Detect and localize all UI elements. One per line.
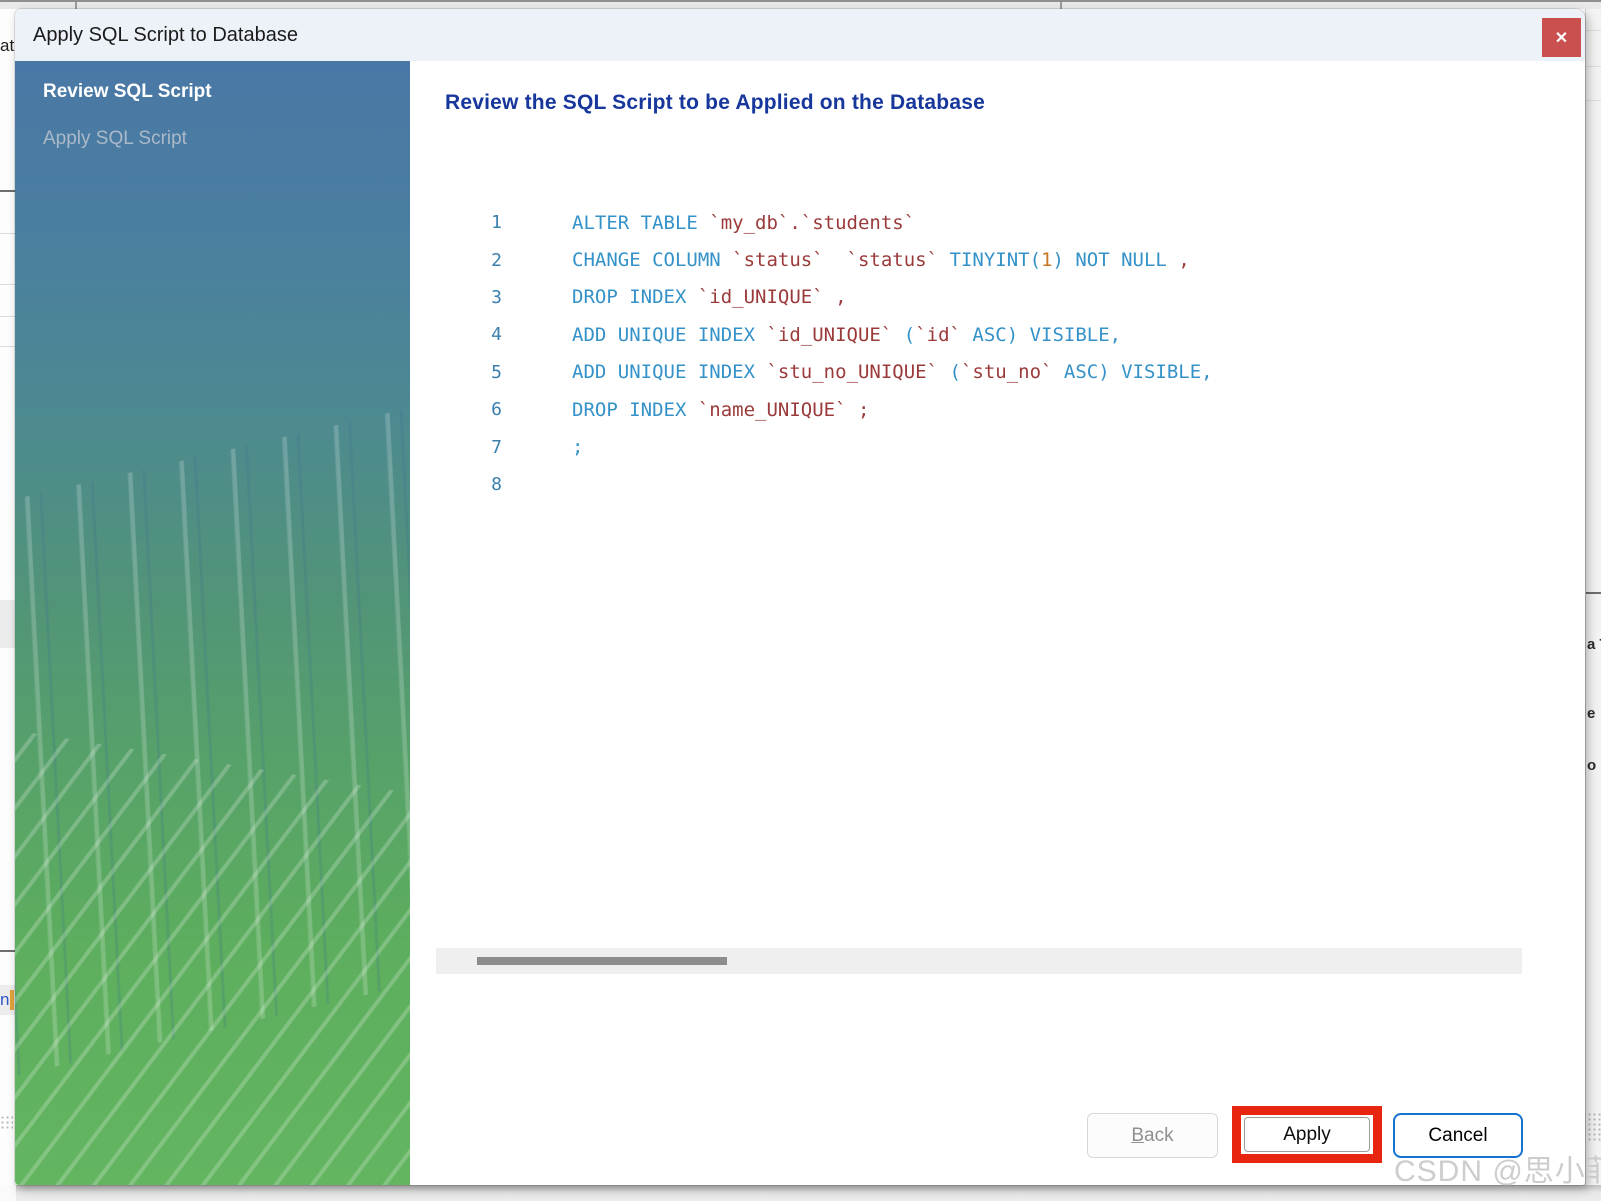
apply-sql-script-dialog: Apply SQL Script to Database ✕ Review SQ… — [15, 9, 1585, 1185]
line-number: 4 — [491, 324, 502, 346]
code-line: 3 DROP INDEX `id_UNIQUE` , — [410, 279, 1575, 316]
wizard-step-apply-sql-script: Apply SQL Script — [15, 128, 410, 150]
background-corner — [0, 1185, 16, 1201]
background-grid-line — [0, 346, 16, 347]
back-button[interactable]: Back — [1087, 1113, 1218, 1158]
line-number: 5 — [491, 361, 502, 383]
code-text: CHANGE COLUMN `status` `status` TINYINT(… — [572, 249, 1190, 272]
background-grid-line — [0, 233, 16, 234]
background-window-left-sliver: at n — [0, 9, 16, 1185]
background-grid-line — [0, 950, 16, 952]
background-grid-line — [1586, 100, 1601, 101]
background-dots — [0, 1115, 13, 1131]
background-grid-line — [0, 284, 16, 285]
dialog-title: Apply SQL Script to Database — [33, 23, 298, 46]
line-number: 3 — [491, 286, 502, 308]
background-text-fragment: n — [0, 990, 10, 1009]
line-number: 2 — [491, 249, 502, 271]
code-line: 5 ADD UNIQUE INDEX `stu_no_UNIQUE` (`stu_… — [410, 354, 1575, 391]
background-text-fragment: e — [1587, 705, 1596, 722]
code-text: ; — [572, 436, 584, 459]
background-grid-line — [1586, 66, 1601, 67]
horizontal-scrollbar[interactable] — [436, 948, 1522, 974]
close-button[interactable]: ✕ — [1542, 18, 1581, 57]
code-line: 4 ADD UNIQUE INDEX `id_UNIQUE` (`id` ASC)… — [410, 316, 1575, 353]
page-title: Review the SQL Script to be Applied on t… — [445, 91, 985, 114]
background-row-highlight — [0, 600, 16, 648]
background-window-bottom-edge — [0, 1185, 1601, 1201]
wizard-step-label: Apply SQL Script — [43, 128, 187, 149]
wizard-step-label: Review SQL Script — [43, 81, 212, 102]
wizard-sidebar: Review SQL Script Apply SQL Script — [15, 61, 410, 1185]
code-text: DROP INDEX `id_UNIQUE` , — [572, 286, 847, 309]
background-color-chip — [10, 990, 14, 1010]
background-dots — [1587, 1112, 1601, 1142]
code-line: 6 DROP INDEX `name_UNIQUE` ; — [410, 391, 1575, 428]
background-text-fragment: o — [1587, 757, 1597, 774]
code-text: ADD UNIQUE INDEX `id_UNIQUE` (`id` ASC) … — [572, 323, 1122, 346]
background-window-right-sliver: a T e o — [1585, 9, 1601, 1185]
line-number: 8 — [491, 473, 502, 495]
code-line: 8 — [410, 466, 1575, 503]
apply-button[interactable]: Apply — [1244, 1117, 1370, 1152]
close-icon: ✕ — [1554, 29, 1569, 47]
horizontal-scrollbar-thumb[interactable] — [477, 957, 727, 965]
background-grid-line — [0, 190, 16, 192]
code-line: 1 ALTER TABLE `my_db`.`students` — [410, 204, 1575, 241]
line-number: 7 — [491, 436, 502, 458]
apply-button-highlight-annotation: Apply — [1232, 1106, 1382, 1163]
code-text: DROP INDEX `name_UNIQUE` ; — [572, 398, 870, 421]
background-grid-line — [1586, 30, 1601, 31]
code-text: ALTER TABLE `my_db`.`students` — [572, 211, 916, 234]
wizard-step-review-sql-script: Review SQL Script — [15, 81, 410, 103]
line-number: 1 — [491, 212, 502, 234]
background-text-fragment: a T — [1587, 636, 1601, 653]
dialog-titlebar: Apply SQL Script to Database ✕ — [15, 9, 1585, 61]
line-number: 6 — [491, 399, 502, 421]
background-grid-line — [0, 316, 16, 317]
code-line: 7; — [410, 428, 1575, 465]
sql-code-editor[interactable]: 1 ALTER TABLE `my_db`.`students` 2 CHANGE C… — [410, 204, 1575, 503]
background-text-fragment: at — [0, 36, 15, 55]
dialog-content: Review the SQL Script to be Applied on t… — [410, 61, 1585, 1185]
background-window-top-edge — [0, 0, 1601, 11]
watermark: CSDN @思小菲 — [1394, 1155, 1601, 1188]
code-text: ADD UNIQUE INDEX `stu_no_UNIQUE` (`stu_n… — [572, 361, 1213, 384]
background-grid-line — [1586, 592, 1601, 594]
code-line: 2 CHANGE COLUMN `status` `status` TINYINT… — [410, 241, 1575, 278]
